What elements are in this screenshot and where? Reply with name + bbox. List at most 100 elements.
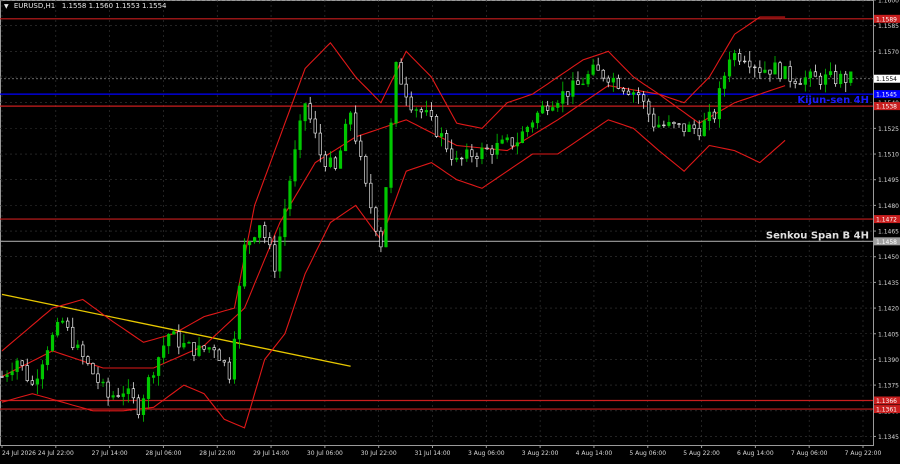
candle-body bbox=[172, 331, 176, 335]
candle bbox=[217, 348, 221, 361]
candle bbox=[15, 357, 19, 380]
candle-body bbox=[66, 320, 70, 328]
candle bbox=[202, 345, 206, 353]
y-tick-label: 1.1420 bbox=[878, 306, 899, 313]
candle bbox=[5, 370, 9, 382]
x-tick-label: 24 Jul 22:00 bbox=[38, 450, 74, 457]
candle-body bbox=[343, 123, 348, 152]
candle-body bbox=[439, 133, 444, 137]
candle-body bbox=[419, 109, 423, 113]
candle-body bbox=[151, 375, 156, 378]
candle-body bbox=[500, 139, 504, 144]
candle-body bbox=[445, 133, 449, 150]
x-tick-label: 29 Jul 14:00 bbox=[253, 450, 289, 457]
symbol-label: EURUSD,H1 bbox=[13, 2, 56, 10]
candle-body bbox=[823, 74, 828, 85]
candle-body bbox=[530, 122, 535, 128]
x-tick-label: 6 Aug 14:00 bbox=[737, 450, 774, 457]
level-price-tag: 1.1545 bbox=[874, 90, 900, 99]
candle-body bbox=[793, 80, 797, 84]
candle-body bbox=[359, 140, 363, 157]
price-chart[interactable]: 1.16001.15851.15701.15551.15401.15251.15… bbox=[0, 0, 900, 460]
candle-body bbox=[55, 321, 60, 336]
candle bbox=[126, 379, 130, 403]
candle bbox=[616, 74, 620, 90]
x-tick-label: 7 Aug 22:00 bbox=[845, 450, 882, 457]
candle bbox=[298, 114, 302, 159]
candle bbox=[581, 77, 585, 86]
candle-body bbox=[162, 345, 166, 358]
candle bbox=[303, 102, 307, 131]
candle-body bbox=[657, 124, 661, 128]
candle-body bbox=[146, 377, 151, 399]
bollinger-band-upper bbox=[1, 16, 786, 352]
candle bbox=[263, 221, 267, 244]
candle-body bbox=[111, 395, 115, 398]
candle-body bbox=[591, 64, 595, 75]
x-tick-label: 28 Jul 06:00 bbox=[145, 450, 181, 457]
candle bbox=[697, 120, 701, 141]
candle-body bbox=[616, 77, 620, 89]
candle bbox=[308, 96, 312, 123]
candle-body bbox=[566, 91, 570, 97]
y-tick-label: 1.1405 bbox=[878, 331, 899, 338]
candle-body bbox=[399, 61, 403, 85]
level-price-tag: 1.1366 bbox=[874, 396, 900, 405]
candle bbox=[490, 145, 494, 164]
chart-svg[interactable]: 1.16001.15851.15701.15551.15401.15251.15… bbox=[0, 0, 900, 460]
candle bbox=[834, 64, 838, 87]
candle bbox=[566, 91, 570, 106]
candle bbox=[283, 198, 287, 246]
candle bbox=[399, 58, 403, 85]
candle-body bbox=[732, 53, 737, 61]
candle bbox=[212, 344, 216, 359]
candle-body bbox=[813, 71, 818, 77]
candle-body bbox=[520, 131, 524, 144]
candle bbox=[520, 126, 524, 144]
candle-body bbox=[318, 132, 322, 156]
candle bbox=[844, 70, 848, 93]
y-tick-label: 1.1375 bbox=[878, 383, 899, 390]
candle-body bbox=[839, 73, 843, 85]
candle-body bbox=[313, 118, 317, 134]
x-tick-label: 7 Aug 06:00 bbox=[791, 450, 828, 457]
candle-body bbox=[834, 71, 838, 85]
candle-body bbox=[202, 345, 206, 350]
candle bbox=[45, 346, 50, 371]
candle bbox=[20, 360, 24, 371]
candle bbox=[354, 105, 358, 145]
candle bbox=[480, 142, 484, 165]
candle bbox=[803, 70, 807, 92]
x-tick-label: 3 Aug 22:00 bbox=[522, 450, 559, 457]
level-price-tag: 1.1472 bbox=[874, 215, 900, 224]
level-price-tag: 1.1538 bbox=[874, 102, 900, 111]
candle bbox=[182, 334, 186, 350]
candle-body bbox=[697, 128, 701, 137]
candle-body bbox=[798, 83, 802, 85]
candle-body bbox=[808, 71, 812, 79]
candle bbox=[197, 337, 201, 358]
candle bbox=[525, 125, 530, 137]
candle-body bbox=[485, 147, 489, 150]
candle-body bbox=[349, 112, 353, 125]
candle-body bbox=[136, 397, 141, 415]
candle bbox=[722, 72, 727, 97]
candle-body bbox=[81, 344, 85, 357]
candle bbox=[813, 64, 818, 77]
candle-body bbox=[636, 92, 641, 96]
candle bbox=[495, 133, 499, 160]
candle-body bbox=[828, 71, 833, 76]
candle-body bbox=[106, 381, 110, 398]
candle-body bbox=[631, 92, 636, 95]
candle bbox=[359, 134, 363, 161]
level-price-tag-label: 1.1361 bbox=[876, 407, 897, 414]
candle-body bbox=[35, 378, 39, 385]
candle-body bbox=[743, 60, 747, 63]
candle-body bbox=[121, 393, 125, 397]
candle-body bbox=[803, 77, 807, 85]
collapse-triangle-icon: ▼ bbox=[4, 3, 9, 10]
candle-body bbox=[15, 360, 19, 372]
candle-body bbox=[535, 112, 540, 124]
candle-body bbox=[0, 376, 4, 378]
candle-body bbox=[354, 112, 358, 142]
